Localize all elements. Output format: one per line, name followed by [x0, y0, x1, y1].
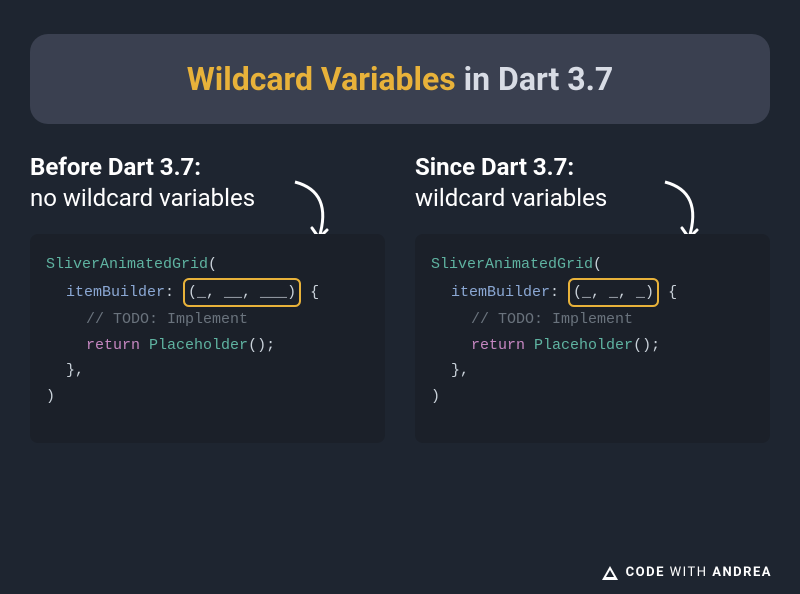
right-heading-bold: Since Dart 3.7:: [415, 152, 770, 183]
code-line: itemBuilder: (_, _, _) {: [431, 278, 754, 308]
footer-brand: CODE WITH ANDREA: [602, 565, 772, 580]
code-punct: (: [208, 256, 217, 273]
code-line: itemBuilder: (_, __, ___) {: [46, 278, 369, 308]
brand-logo-icon: [602, 566, 618, 580]
code-line: ): [46, 384, 369, 410]
title-accent: Wildcard Variables: [187, 60, 456, 98]
code-line: },: [46, 358, 369, 384]
code-punct: ): [431, 388, 440, 405]
code-wildcards: (_, __, ___): [188, 284, 296, 301]
brand-with: WITH: [665, 565, 712, 580]
code-punct: ();: [248, 337, 275, 354]
code-keyword: return: [86, 337, 140, 354]
code-punct: },: [451, 362, 469, 379]
code-comment: // TODO: Implement: [86, 311, 248, 328]
code-punct: [140, 337, 149, 354]
code-placeholder: Placeholder: [149, 337, 248, 354]
brand-code: CODE: [626, 565, 665, 580]
code-punct: :: [550, 284, 568, 301]
left-heading-bold: Before Dart 3.7:: [30, 152, 385, 183]
code-line: },: [431, 358, 754, 384]
code-line: return Placeholder();: [46, 333, 369, 359]
brand-text: CODE WITH ANDREA: [626, 565, 772, 580]
code-punct: :: [165, 284, 183, 301]
code-punct: {: [301, 284, 319, 301]
code-keyword: return: [471, 337, 525, 354]
left-code-box: SliverAnimatedGrid( itemBuilder: (_, __,…: [30, 234, 385, 443]
columns-container: Before Dart 3.7: no wildcard variables S…: [0, 124, 800, 443]
code-param: itemBuilder: [66, 284, 165, 301]
code-line: return Placeholder();: [431, 333, 754, 359]
right-code-box: SliverAnimatedGrid( itemBuilder: (_, _, …: [415, 234, 770, 443]
wildcard-highlight: (_, __, ___): [183, 278, 301, 308]
brand-andrea: ANDREA: [712, 565, 772, 580]
code-param: itemBuilder: [451, 284, 550, 301]
code-punct: [525, 337, 534, 354]
wildcard-highlight: (_, _, _): [568, 278, 659, 308]
code-line: SliverAnimatedGrid(: [431, 252, 754, 278]
right-heading: Since Dart 3.7: wildcard variables: [415, 152, 770, 214]
code-punct: {: [659, 284, 677, 301]
left-heading-normal: no wildcard variables: [30, 183, 385, 214]
code-line: // TODO: Implement: [46, 307, 369, 333]
code-line: SliverAnimatedGrid(: [46, 252, 369, 278]
code-punct: ): [46, 388, 55, 405]
right-heading-normal: wildcard variables: [415, 183, 770, 214]
code-wildcards: (_, _, _): [573, 284, 654, 301]
title-rest: in Dart 3.7: [456, 60, 614, 98]
title-banner: Wildcard Variables in Dart 3.7: [30, 34, 770, 124]
code-punct: ();: [633, 337, 660, 354]
left-heading: Before Dart 3.7: no wildcard variables: [30, 152, 385, 214]
code-class: SliverAnimatedGrid: [46, 256, 208, 273]
code-class: SliverAnimatedGrid: [431, 256, 593, 273]
code-line: // TODO: Implement: [431, 307, 754, 333]
code-line: ): [431, 384, 754, 410]
code-punct: },: [66, 362, 84, 379]
left-column: Before Dart 3.7: no wildcard variables S…: [30, 152, 385, 443]
code-punct: (: [593, 256, 602, 273]
right-column: Since Dart 3.7: wildcard variables Slive…: [415, 152, 770, 443]
code-comment: // TODO: Implement: [471, 311, 633, 328]
code-placeholder: Placeholder: [534, 337, 633, 354]
